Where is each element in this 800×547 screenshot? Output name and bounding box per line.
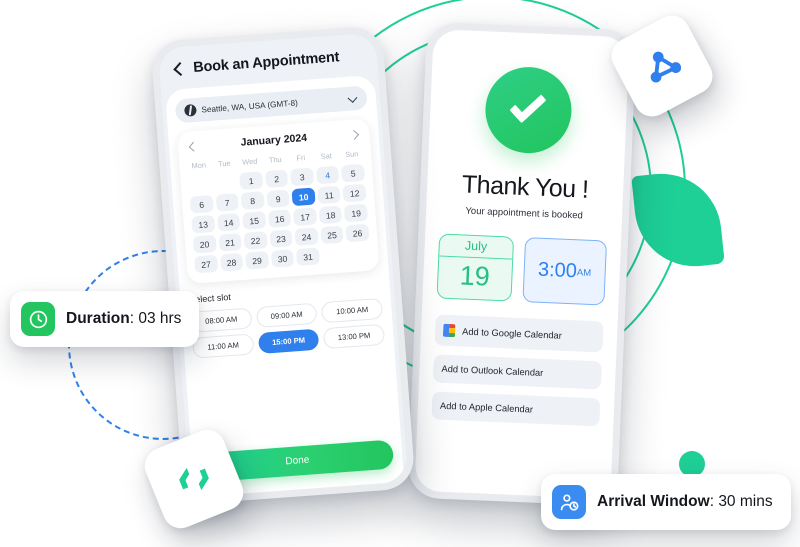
calendar-grid: Mon Tue Wed Thu Fri Sat Sun 1 2 3 4 5 6 7 8 9 10 11 12 13 14…: [187, 147, 371, 274]
calendar-month-label: January 2024: [240, 131, 308, 149]
calendar-day[interactable]: 18: [318, 205, 343, 225]
calendar-day[interactable]: 21: [218, 233, 242, 252]
booking-screen: Book an Appointment Seattle, WA, USA (GM…: [157, 32, 409, 498]
share-nodes-icon: [650, 51, 682, 83]
duration-pill-text: Duration: 03 hrs: [66, 310, 181, 328]
calendar-day[interactable]: 19: [344, 203, 368, 223]
calendar-next-month-icon[interactable]: [350, 130, 360, 140]
calendar-day[interactable]: 27: [194, 254, 218, 274]
scene: Book an Appointment Seattle, WA, USA (GM…: [0, 0, 800, 547]
calendar-day[interactable]: 7: [215, 193, 239, 212]
calendar-day[interactable]: 13: [191, 214, 215, 234]
calendar-day[interactable]: 4: [315, 165, 340, 185]
calendar-day[interactable]: 1: [239, 171, 264, 190]
person-clock-icon: [552, 485, 586, 519]
calendar-day[interactable]: 12: [342, 183, 367, 203]
time-card: 3:00AM: [522, 237, 608, 306]
globe-icon: [184, 103, 197, 117]
add-to-calendar-button[interactable]: Add to Google Calendar: [434, 314, 604, 353]
calendar-prev-month-icon[interactable]: [188, 141, 198, 151]
calendar-day[interactable]: 9: [266, 189, 291, 208]
calendar-day-name: Thu: [268, 154, 282, 165]
confirmation-heading: Thank You !: [461, 170, 590, 204]
calendar-day[interactable]: 14: [216, 213, 241, 232]
calendar-day[interactable]: 22: [243, 231, 268, 250]
calendar-day[interactable]: 29: [245, 251, 269, 270]
datetime-row: July 19 3:00AM: [436, 233, 608, 306]
date-card: July 19: [436, 233, 514, 302]
calendar-day[interactable]: 31: [296, 247, 320, 266]
calendar-day[interactable]: 26: [345, 223, 370, 243]
clock-icon: [21, 302, 55, 336]
check-mark-glyph: [509, 87, 547, 124]
time-slot[interactable]: 11:00 AM: [192, 333, 255, 359]
calendar-day[interactable]: 3: [290, 167, 315, 187]
time-slot[interactable]: 09:00 AM: [255, 302, 318, 329]
calendar-day[interactable]: 2: [264, 169, 289, 189]
calendar-day[interactable]: 17: [293, 207, 317, 227]
calendar-blank-cell: [188, 175, 212, 194]
phone-booking: Book an Appointment Seattle, WA, USA (GM…: [150, 25, 416, 505]
arrival-pill-value: 30 mins: [718, 493, 773, 510]
calendar-day[interactable]: 23: [269, 229, 293, 248]
date-card-month: July: [439, 234, 513, 260]
chevron-down-icon[interactable]: [349, 94, 359, 104]
calendar-day-name: Sun: [344, 149, 359, 160]
green-sector-shape: [631, 167, 725, 273]
calendar-day[interactable]: 16: [267, 209, 292, 228]
google-calendar-icon: [442, 323, 456, 338]
calendar-day[interactable]: 6: [189, 194, 214, 214]
time-slot[interactable]: 08:00 AM: [190, 307, 253, 333]
calendar-day[interactable]: 24: [294, 227, 319, 247]
calendar-day[interactable]: 11: [317, 185, 342, 205]
calendar-day-name: Tue: [217, 158, 231, 169]
calendar-day[interactable]: 28: [219, 252, 244, 272]
calendar-day[interactable]: 30: [270, 249, 295, 268]
calendar-day[interactable]: 20: [192, 234, 217, 254]
page-title: Book an Appointment: [192, 49, 340, 77]
duration-pill: Duration: 03 hrs: [10, 291, 200, 347]
calendar-day-name: Sat: [320, 151, 333, 161]
time-slot-selected[interactable]: 15:00 PM: [257, 328, 320, 354]
calendar-day[interactable]: 8: [240, 191, 265, 210]
arrival-window-pill: Arrival Window: 30 mins: [541, 474, 791, 530]
time-card-meridiem: AM: [576, 267, 592, 279]
timezone-select[interactable]: Seattle, WA, USA (GMT-8): [174, 85, 368, 124]
time-slot[interactable]: 13:00 PM: [323, 323, 386, 350]
timezone-value: Seattle, WA, USA (GMT-8): [201, 97, 299, 115]
confirmation-screen: Thank You ! Your appointment is booked J…: [414, 29, 630, 499]
phone-confirmation: Thank You ! Your appointment is booked J…: [407, 21, 637, 507]
calendar-day-name: Wed: [241, 156, 258, 167]
date-card-day: 19: [459, 260, 491, 292]
time-slot[interactable]: 10:00 AM: [321, 297, 384, 324]
chevron-left-icon[interactable]: [171, 62, 186, 77]
code-brackets-icon: [179, 467, 209, 491]
calendar-day[interactable]: 5: [341, 163, 366, 183]
calendar-blank-cell: [214, 173, 238, 192]
duration-pill-label: Duration: [66, 310, 130, 327]
add-to-calendar-button[interactable]: Add to Apple Calendar: [431, 391, 601, 427]
slot-section: Select slot 08:00 AM 09:00 AM 10:00 AM 11:0…: [189, 281, 386, 359]
arrival-pill-label: Arrival Window: [597, 493, 710, 510]
confirmation-subheading: Your appointment is booked: [465, 205, 584, 222]
calendar-card: January 2024 Mon Tue Wed Thu Fri Sat Sun 1 2 3 4 5 6…: [177, 118, 380, 284]
calendar-day-name: Fri: [296, 153, 306, 163]
add-to-calendar-label: Add to Apple Calendar: [439, 400, 534, 415]
add-to-calendar-label: Add to Outlook Calendar: [441, 363, 544, 378]
slot-grid: 08:00 AM 09:00 AM 10:00 AM 11:00 AM 15:00 PM…: [190, 297, 386, 359]
arrival-pill-text: Arrival Window: 30 mins: [597, 493, 773, 511]
add-to-calendar-button[interactable]: Add to Outlook Calendar: [432, 354, 602, 390]
duration-pill-value: 03 hrs: [138, 310, 182, 327]
time-card-value: 3:00AM: [537, 258, 592, 283]
calendar-day[interactable]: 15: [242, 211, 266, 230]
calendar-day-name: Mon: [191, 160, 207, 171]
calendar-day-selected[interactable]: 10: [291, 187, 316, 207]
add-to-calendar-label: Add to Google Calendar: [461, 326, 563, 341]
check-circle-icon: [483, 65, 574, 155]
calendar-button-list: Add to Google Calendar Add to Outlook Cal…: [431, 314, 604, 427]
calendar-day[interactable]: 25: [320, 225, 344, 245]
